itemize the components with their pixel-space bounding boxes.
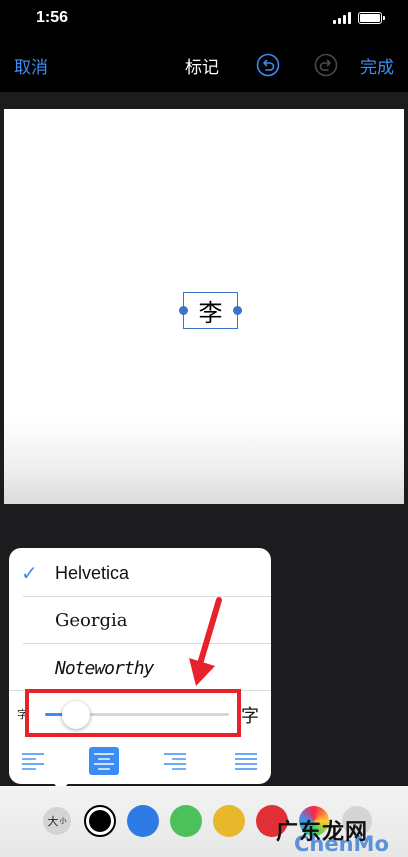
font-option-label: Helvetica [55, 562, 130, 583]
tutorial-highlight-box [25, 689, 241, 737]
font-size-large-label: 字 [241, 706, 259, 726]
status-bar: 1:56 [0, 0, 408, 36]
align-right-button[interactable] [160, 747, 190, 775]
resize-handle-right[interactable] [233, 306, 242, 315]
resize-handle-left[interactable] [179, 306, 188, 315]
markup-nav-bar: 取消 标记 完成 [0, 36, 408, 92]
font-option-label: Noteworthy [55, 657, 154, 679]
watermark: ChenMo 广东龙网 [270, 812, 408, 857]
text-annotation-box[interactable]: 李 [183, 292, 238, 329]
text-size-sub-label: 小 [59, 818, 67, 825]
color-swatch-yellow[interactable] [213, 805, 245, 837]
text-annotation-content: 李 [198, 299, 223, 327]
color-swatch-blue[interactable] [127, 805, 159, 837]
done-button[interactable]: 完成 [360, 53, 394, 78]
align-center-icon [94, 753, 114, 770]
font-option-label: Georgia [55, 609, 128, 631]
divider [23, 643, 271, 644]
tutorial-arrow-icon [189, 597, 222, 686]
checkmark-icon: ✓ [21, 562, 38, 585]
watermark-chinese: 广东龙网 [276, 820, 369, 845]
align-center-button[interactable] [89, 747, 119, 775]
battery-icon [358, 12, 385, 24]
font-option-noteworthy[interactable]: Noteworthy [9, 645, 271, 691]
cellular-signal-icon [333, 12, 351, 24]
font-option-helvetica[interactable]: ✓ Helvetica [9, 550, 271, 596]
align-left-button[interactable] [18, 747, 48, 775]
undo-icon[interactable] [256, 53, 280, 77]
align-justify-button[interactable] [231, 747, 261, 775]
align-justify-icon [235, 753, 257, 770]
page-title: 标记 [185, 58, 219, 77]
font-option-georgia[interactable]: Georgia [9, 597, 271, 643]
redo-icon[interactable] [314, 53, 338, 77]
align-right-icon [164, 753, 186, 770]
status-icons [333, 12, 385, 24]
alignment-row [9, 738, 271, 784]
text-size-label: 大 [47, 816, 59, 828]
color-swatch-black[interactable] [84, 805, 116, 837]
font-popover: ✓ Helvetica Georgia Noteworthy 字 字 [9, 548, 271, 792]
text-size-button[interactable]: 大小 [43, 807, 71, 835]
cancel-button[interactable]: 取消 [14, 53, 48, 78]
status-time: 1:56 [36, 9, 69, 26]
align-left-icon [22, 753, 44, 770]
color-swatch-green[interactable] [170, 805, 202, 837]
